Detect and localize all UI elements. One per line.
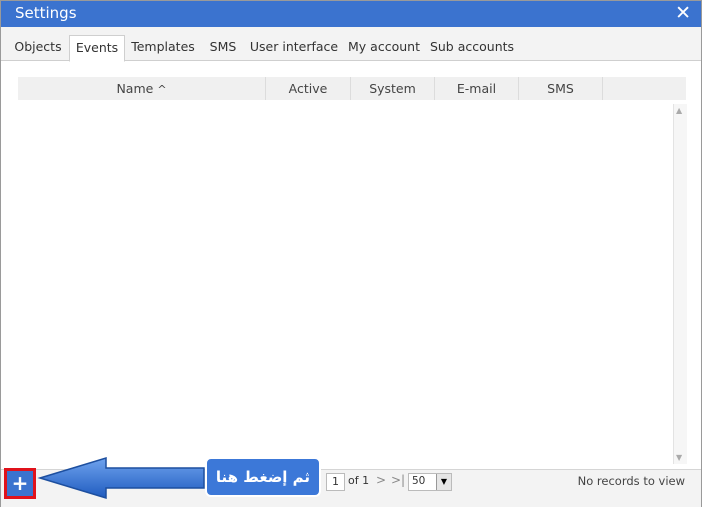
records-status: No records to view [577,474,685,488]
next-page-icon[interactable]: > [376,473,386,487]
rows-per-page-value: 50 [412,475,426,487]
rows-per-page-select[interactable]: 50 ▼ [408,473,452,491]
last-page-icon[interactable]: >| [391,473,405,487]
page-number-input[interactable]: 1 [326,473,345,491]
page-count-label: of 1 [348,474,370,487]
annotation-label: ثم إضغط هنا [215,468,311,486]
add-button[interactable]: + [4,468,36,499]
chevron-down-icon[interactable]: ▼ [436,474,451,490]
annotation-arrow [37,456,321,500]
